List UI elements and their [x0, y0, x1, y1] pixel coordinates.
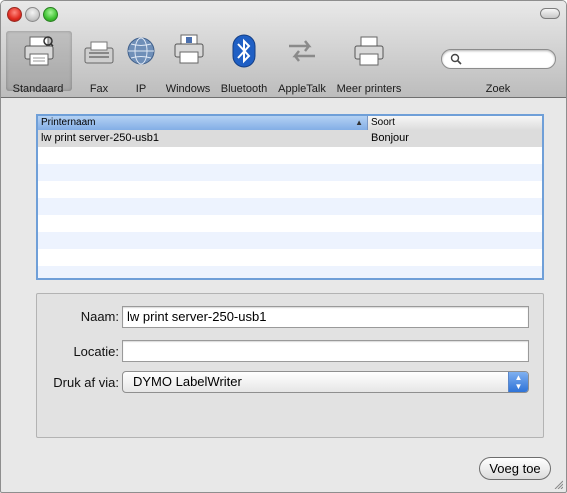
- toolbar-item-fax[interactable]: [81, 31, 117, 91]
- search-field[interactable]: [441, 49, 556, 69]
- printer-list[interactable]: Printernaam ▲ Soort lw print server-250-…: [36, 114, 544, 280]
- close-button[interactable]: [7, 7, 22, 22]
- empty-row: [38, 249, 542, 266]
- fax-icon: [81, 35, 117, 71]
- print-via-label: Druk af via:: [53, 375, 119, 390]
- sort-ascending-icon: ▲: [355, 118, 363, 127]
- toolbar-toggle-button[interactable]: [540, 8, 560, 19]
- empty-row: [38, 198, 542, 215]
- column-header-soort[interactable]: Soort: [368, 116, 542, 130]
- resize-grip-icon[interactable]: [553, 479, 563, 489]
- toolbar-item-meer-printers[interactable]: [351, 31, 387, 91]
- empty-row: [38, 266, 542, 278]
- column-header-label: Soort: [371, 117, 395, 128]
- toolbar-item-standaard[interactable]: [6, 31, 72, 91]
- appletalk-icon: [284, 33, 320, 69]
- globe-icon: [123, 33, 159, 69]
- empty-row: [38, 181, 542, 198]
- toolbar-item-ip[interactable]: [123, 31, 159, 91]
- zoom-button[interactable]: [43, 7, 58, 22]
- column-header-printernaam[interactable]: Printernaam ▲: [38, 116, 368, 130]
- bluetooth-icon: [226, 33, 262, 69]
- location-field[interactable]: [122, 340, 529, 362]
- printer-kind-cell: Bonjour: [371, 132, 409, 144]
- toolbar-label-bluetooth: Bluetooth: [220, 83, 268, 95]
- toolbar-label-standaard: Standaard: [12, 83, 64, 95]
- empty-row: [38, 232, 542, 249]
- add-button[interactable]: Voeg toe: [479, 457, 551, 480]
- table-row[interactable]: lw print server-250-usb1 Bonjour: [38, 130, 542, 147]
- toolbar-item-windows[interactable]: [169, 31, 209, 91]
- toolbar-label-ip: IP: [135, 83, 147, 95]
- search-icon: [450, 53, 462, 65]
- toolbar-label-appletalk: AppleTalk: [278, 83, 326, 95]
- name-label: Naam:: [80, 309, 119, 324]
- toolbar-item-appletalk[interactable]: [284, 31, 320, 91]
- more-printers-icon: [351, 33, 387, 69]
- toolbar-label-windows: Windows: [165, 83, 211, 95]
- empty-row: [38, 147, 542, 164]
- column-header-label: Printernaam: [41, 117, 96, 128]
- print-via-popup[interactable]: DYMO LabelWriter ▲ ▼: [122, 371, 529, 393]
- printer-icon: [21, 33, 57, 69]
- name-field[interactable]: lw print server-250-usb1: [122, 306, 529, 328]
- toolbar-item-bluetooth[interactable]: [226, 31, 262, 91]
- toolbar-label-fax: Fax: [89, 83, 109, 95]
- add-printer-window: Standaard Fax IP Windows Bluetooth Apple…: [0, 0, 567, 493]
- print-via-value: DYMO LabelWriter: [133, 374, 242, 389]
- search-label: Zoek: [485, 83, 511, 95]
- toolbar: Standaard Fax IP Windows Bluetooth Apple…: [1, 1, 566, 98]
- location-label: Locatie:: [73, 344, 119, 359]
- minimize-button[interactable]: [25, 7, 40, 22]
- list-header: Printernaam ▲ Soort: [38, 116, 542, 130]
- empty-row: [38, 164, 542, 181]
- windows-printer-icon: [171, 31, 207, 67]
- list-rows: lw print server-250-usb1 Bonjour: [38, 130, 542, 278]
- toolbar-label-meer-printers: Meer printers: [336, 83, 402, 95]
- empty-row: [38, 215, 542, 232]
- printer-name-cell: lw print server-250-usb1: [41, 132, 159, 144]
- popup-arrows-icon: ▲ ▼: [508, 372, 528, 392]
- search-input[interactable]: [466, 52, 554, 68]
